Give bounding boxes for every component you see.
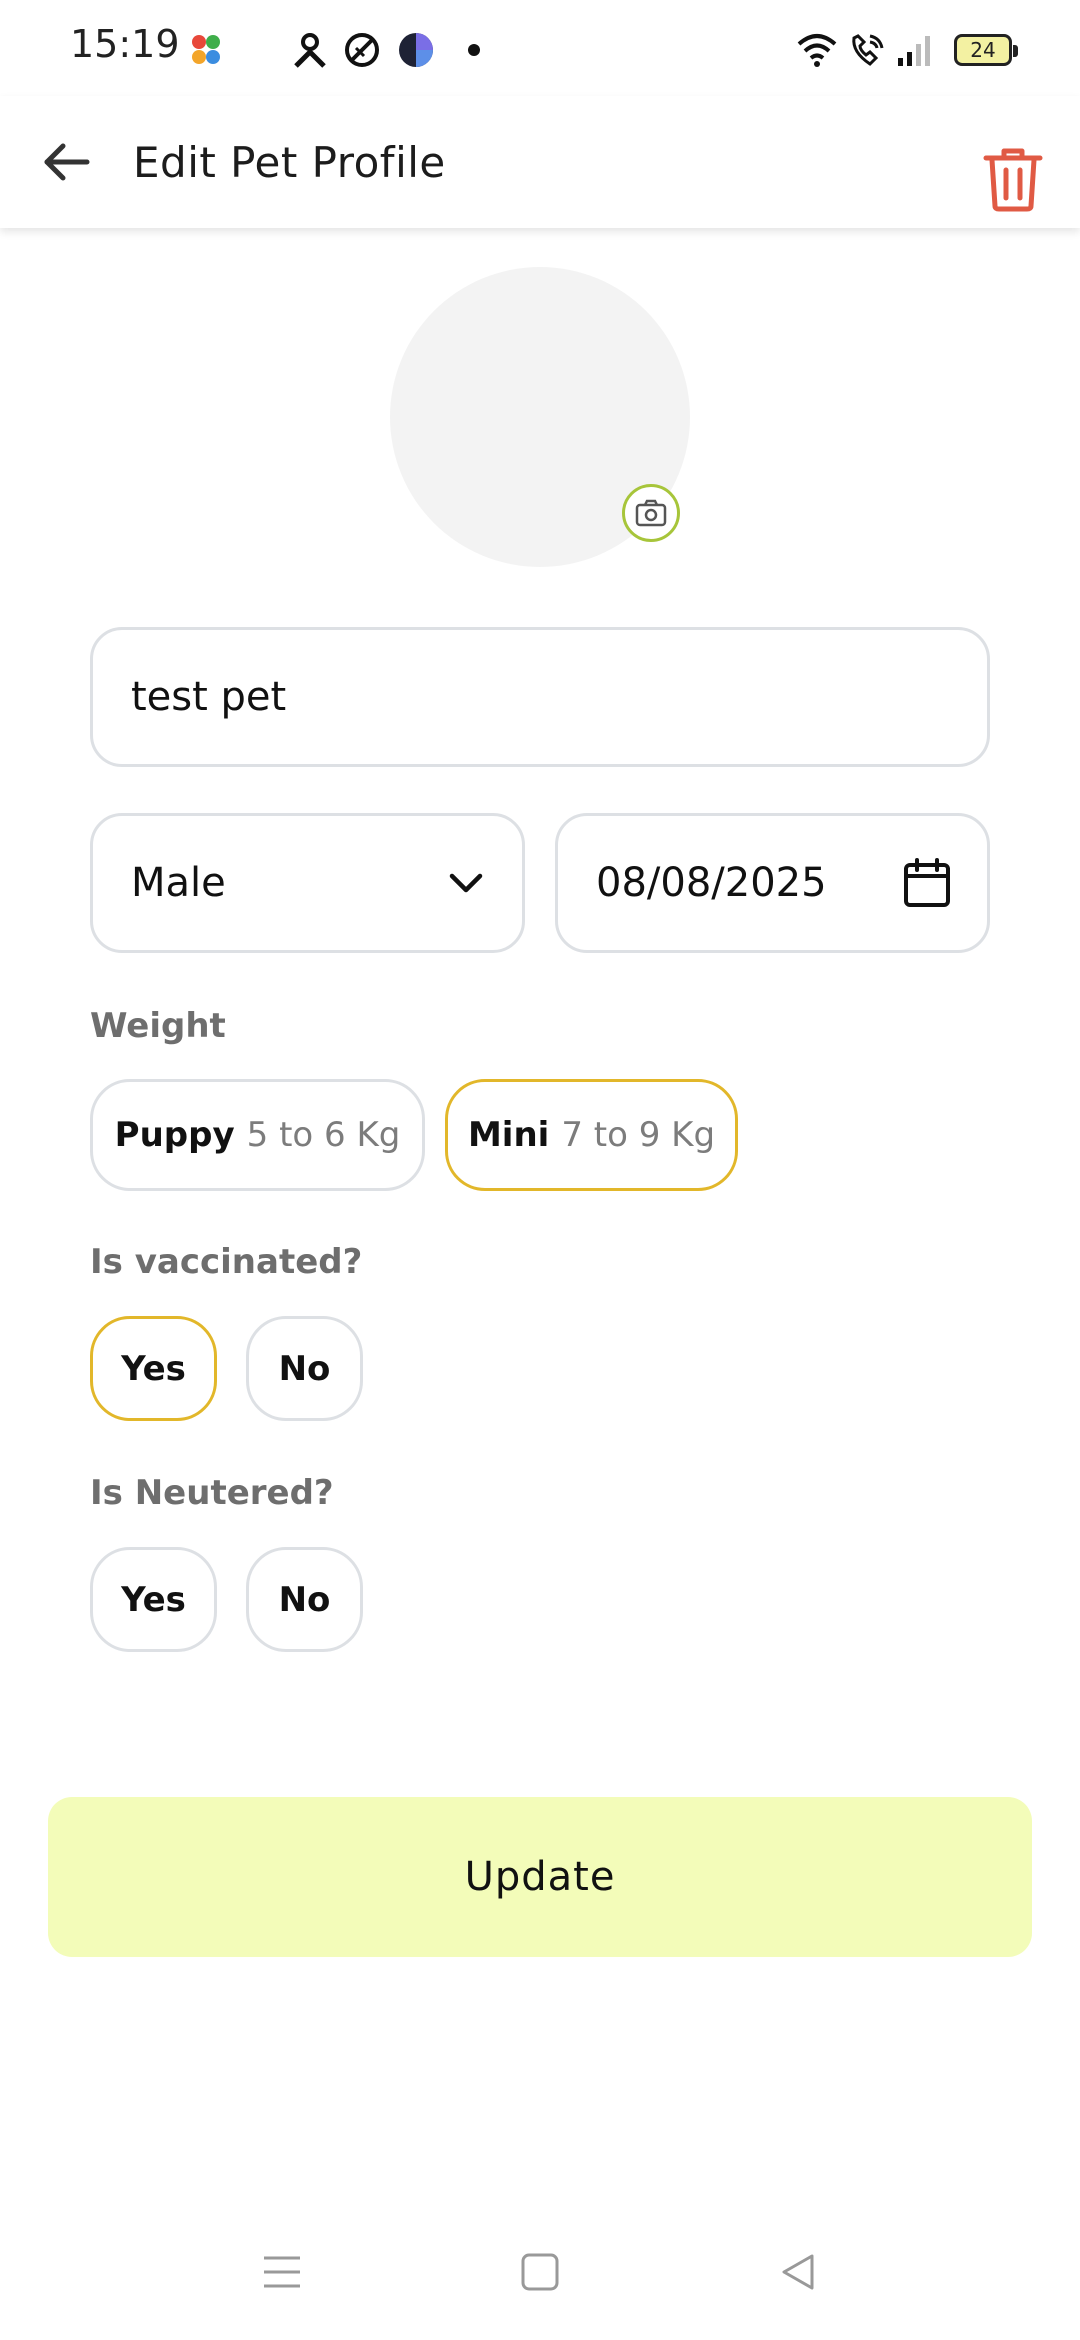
calendar-icon[interactable] — [903, 858, 951, 908]
menu-icon — [264, 2256, 300, 2288]
chevron-down-icon — [449, 873, 483, 893]
dot-icon — [468, 44, 480, 56]
option-label: Yes — [121, 1348, 186, 1389]
weight-option-mini[interactable]: Mini 7 to 9 Kg — [445, 1079, 738, 1191]
birthdate-field[interactable]: 08/08/2025 — [555, 813, 990, 953]
weight-label: Weight — [90, 1006, 226, 1046]
vaccinated-label: Is vaccinated? — [90, 1242, 363, 1282]
weight-option-name: Mini — [467, 1115, 550, 1155]
delete-pet-button[interactable] — [978, 144, 1048, 214]
app-bar: Edit Pet Profile — [0, 96, 1080, 228]
neutered-yes-button[interactable]: Yes — [90, 1547, 217, 1652]
wifi-icon — [797, 34, 837, 67]
neutered-label: Is Neutered? — [90, 1473, 334, 1513]
camera-icon — [635, 499, 667, 527]
weight-option-range: 5 to 6 Kg — [246, 1115, 401, 1155]
option-label: No — [278, 1348, 331, 1389]
weight-option-puppy[interactable]: Puppy 5 to 6 Kg — [90, 1079, 425, 1191]
option-label: No — [278, 1579, 331, 1620]
vaccinated-no-button[interactable]: No — [246, 1316, 363, 1421]
trash-icon — [983, 148, 1043, 212]
status-bar: 15:19 24 — [0, 0, 1080, 96]
birthdate-value: 08/08/2025 — [596, 860, 827, 906]
person-app-icon — [294, 33, 326, 68]
change-photo-button[interactable] — [622, 484, 680, 542]
home-square-icon — [521, 2253, 559, 2291]
wifi-call-icon — [852, 34, 884, 66]
weight-option-name: Puppy — [114, 1115, 235, 1155]
app-launcher-icon — [192, 35, 220, 64]
pet-name-field[interactable] — [90, 627, 990, 767]
battery-level: 24 — [970, 38, 996, 62]
weight-option-range: 7 to 9 Kg — [561, 1115, 716, 1155]
vaccinated-yes-button[interactable]: Yes — [90, 1316, 217, 1421]
neutered-no-button[interactable]: No — [246, 1547, 363, 1652]
system-nav-bar — [0, 2220, 1080, 2330]
pie-app-icon — [399, 33, 433, 67]
option-label: Yes — [121, 1579, 186, 1620]
signal-icon — [898, 36, 930, 66]
gender-value: Male — [131, 860, 226, 906]
arrow-left-icon — [44, 143, 90, 181]
back-triangle-icon — [782, 2254, 814, 2290]
shield-slash-icon — [345, 33, 379, 67]
update-button[interactable]: Update — [48, 1797, 1032, 1957]
battery-icon: 24 — [954, 34, 1018, 66]
recent-apps-button[interactable] — [252, 2242, 312, 2302]
gender-dropdown[interactable]: Male — [90, 813, 525, 953]
home-button[interactable] — [510, 2242, 570, 2302]
system-back-button[interactable] — [768, 2242, 828, 2302]
page-title: Edit Pet Profile — [133, 138, 446, 187]
back-button[interactable] — [36, 132, 96, 192]
status-time: 15:19 — [70, 22, 180, 66]
pet-name-input[interactable] — [131, 674, 931, 720]
